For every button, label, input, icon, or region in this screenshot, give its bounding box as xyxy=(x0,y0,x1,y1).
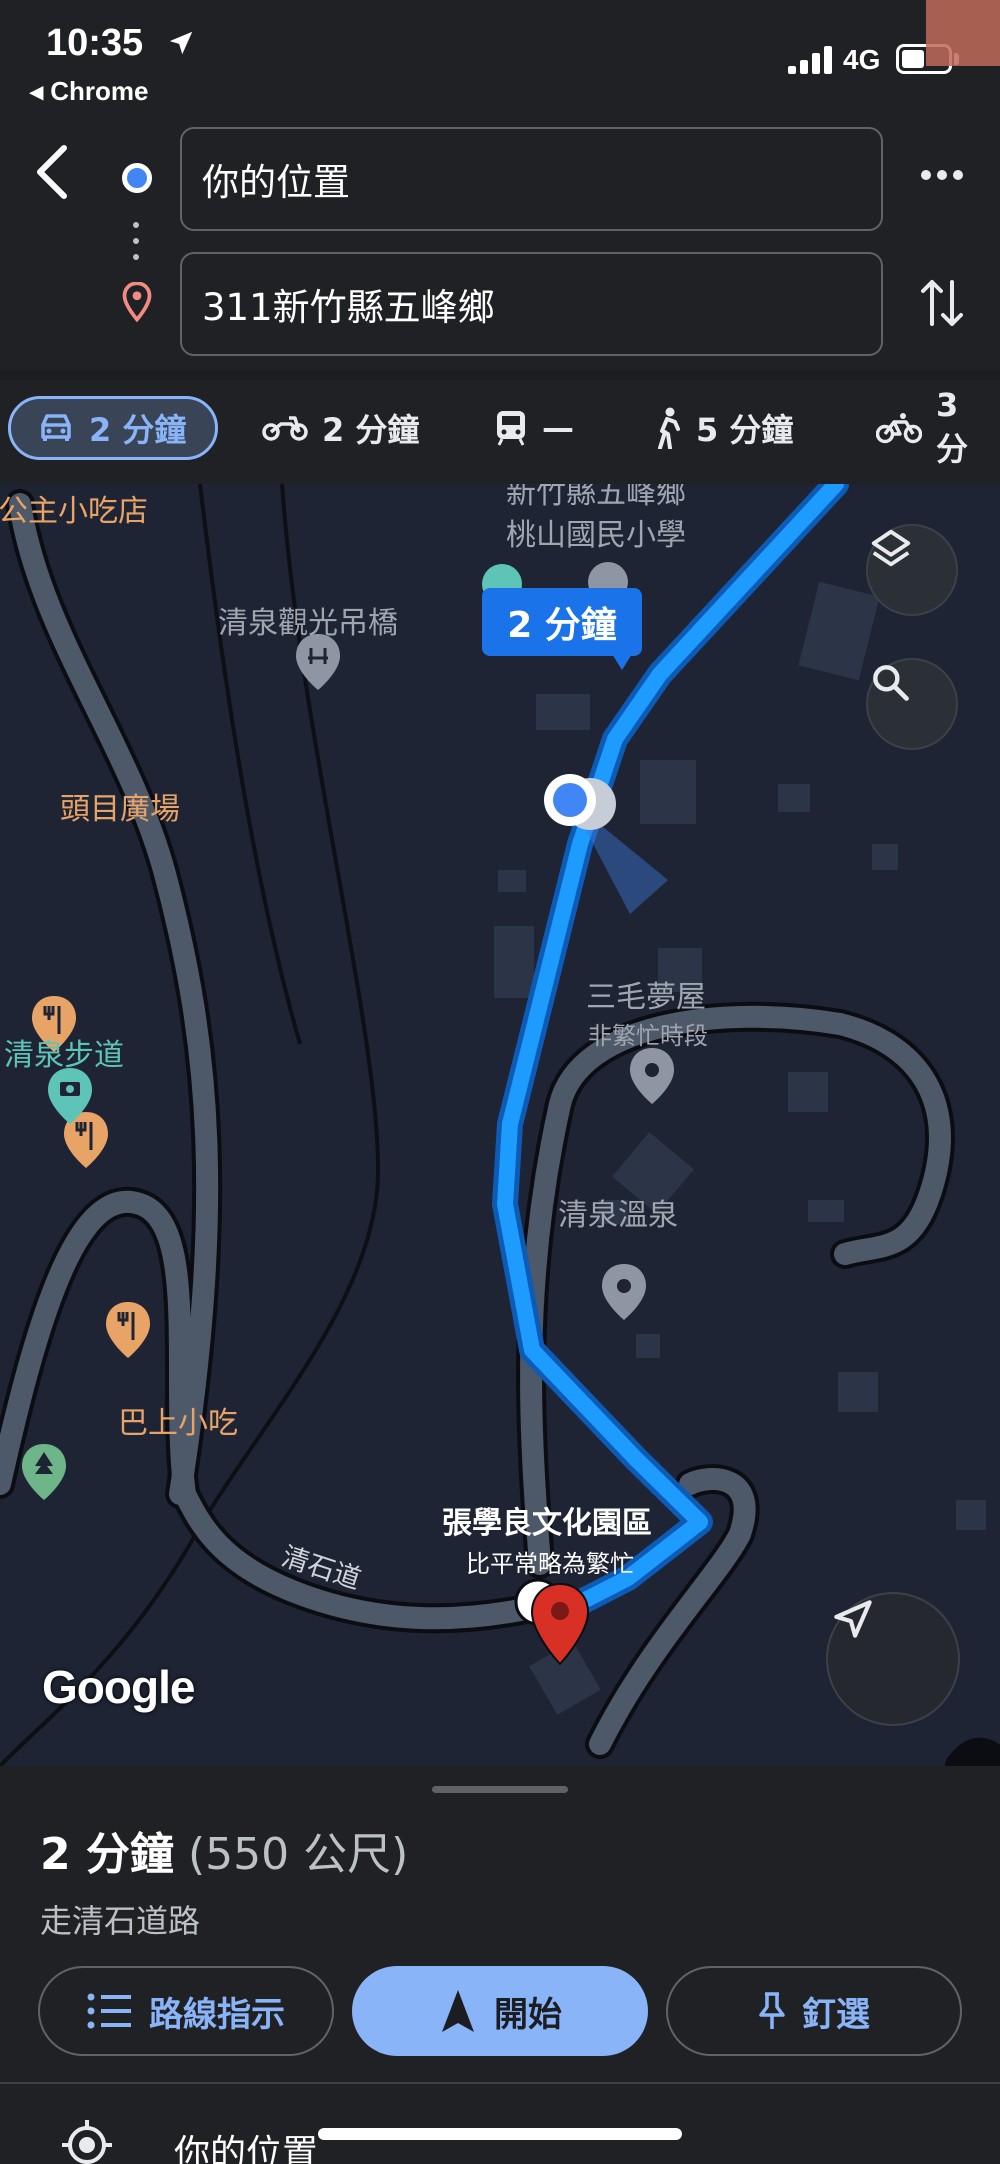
signal-strength-icon xyxy=(788,46,832,74)
recenter-button[interactable] xyxy=(826,1592,960,1726)
poi-label-trail[interactable]: 清泉步道 xyxy=(4,1030,124,1074)
steps-list-first-row[interactable]: 你的位置 xyxy=(0,2084,1000,2164)
steps-button[interactable]: 路線指示 xyxy=(38,1966,334,2056)
tab-drive-label: 2 分鐘 xyxy=(89,411,187,449)
search-icon xyxy=(873,665,909,701)
tab-motorcycle[interactable]: 2 分鐘 xyxy=(262,396,419,460)
tab-bike[interactable]: 3 分 xyxy=(876,386,1000,468)
watermark-stamp xyxy=(926,0,1000,66)
train-icon xyxy=(494,409,528,447)
sheet-drag-handle[interactable] xyxy=(432,1786,568,1793)
tab-transit[interactable]: — xyxy=(494,396,574,460)
pushpin-icon xyxy=(758,1991,786,2031)
search-along-route-button[interactable] xyxy=(866,658,958,750)
steps-button-label: 路線指示 xyxy=(149,1994,285,2035)
origin-field[interactable]: 你的位置 xyxy=(180,127,883,231)
google-logo: Google xyxy=(42,1661,195,1713)
route-duration: 2 分鐘 xyxy=(40,1829,174,1880)
home-indicator[interactable] xyxy=(318,2128,682,2140)
route-eta-callout[interactable]: 2 分鐘 xyxy=(482,588,642,670)
poi-label-sanmao[interactable]: 三毛夢屋 xyxy=(586,972,706,1016)
route-distance: (550 公尺) xyxy=(187,1829,409,1880)
clock: 10:35 xyxy=(46,22,144,64)
destination-pin-icon xyxy=(122,282,152,322)
map-view[interactable]: 清石道 公主小吃店 新竹縣五峰鄉 桃山國民小學 清泉觀光吊橋 頭目廣場 三毛夢屋… xyxy=(0,484,1000,1766)
back-to-app-link[interactable]: ◂ Chrome xyxy=(30,76,149,107)
route-summary-sheet: 2 分鐘 (550 公尺) 走清石道路 路線指示 開始 釘選 你的位置 xyxy=(0,1766,1000,2164)
pin-button[interactable]: 釘選 xyxy=(666,1966,962,2056)
poi-label-plaza[interactable]: 頭目廣場 xyxy=(60,784,180,828)
back-arrow-icon[interactable] xyxy=(28,142,80,202)
route-summary: 2 分鐘 (550 公尺) xyxy=(40,1818,408,1882)
swap-icon[interactable] xyxy=(920,276,964,330)
origin-dot-icon xyxy=(122,163,152,193)
start-button[interactable]: 開始 xyxy=(352,1966,648,2056)
bridge-pin-icon xyxy=(296,634,340,690)
poi-label-school[interactable]: 桃山國民小學 xyxy=(506,510,686,554)
navigation-arrow-icon xyxy=(834,1600,872,1638)
start-button-label: 開始 xyxy=(494,1994,562,2035)
route-via: 走清石道路 xyxy=(40,1902,201,1940)
walk-icon xyxy=(654,407,682,449)
poi-label-zhang[interactable]: 張學良文化園區 xyxy=(442,1498,652,1542)
motorcycle-icon xyxy=(262,414,308,442)
pin-button-label: 釘選 xyxy=(802,1994,870,2035)
sanmao-pin-icon xyxy=(630,1048,674,1104)
destination-marker-icon xyxy=(530,1582,590,1666)
more-options-icon[interactable] xyxy=(918,160,966,190)
navigation-start-icon xyxy=(438,1988,478,2034)
network-type: 4G xyxy=(843,44,881,75)
poi-label-bridge[interactable]: 清泉觀光吊橋 xyxy=(218,598,398,642)
current-location-dot xyxy=(553,783,587,817)
layers-icon xyxy=(871,529,911,567)
poi-label-bashang[interactable]: 巴上小吃 xyxy=(118,1398,238,1442)
tab-walk[interactable]: 5 分鐘 xyxy=(654,396,793,460)
layers-button[interactable] xyxy=(866,524,958,616)
bicycle-icon xyxy=(876,412,922,444)
poi-label-school-top[interactable]: 新竹縣五峰鄉 xyxy=(506,484,686,512)
tab-transit-label: — xyxy=(542,409,574,447)
list-icon xyxy=(87,1993,133,2029)
park-pin-icon xyxy=(22,1444,66,1500)
tab-bike-label: 3 分 xyxy=(936,386,969,468)
origin-target-icon xyxy=(62,2120,112,2164)
poi-label-zhang-status: 比平常略為繁忙 xyxy=(466,1550,634,1578)
poi-label-hotspring[interactable]: 清泉溫泉 xyxy=(558,1190,678,1234)
connector-dots-icon xyxy=(132,222,140,264)
status-bar: 10:35 ◂ Chrome 4G xyxy=(0,0,1000,120)
travel-mode-tabs: 2 分鐘 2 分鐘 — 5 分鐘 3 分 xyxy=(0,380,1000,484)
poi-label-restaurant-top[interactable]: 公主小吃店 xyxy=(0,486,148,530)
steps-list-first-label: 你的位置 xyxy=(174,2133,319,2164)
tab-walk-label: 5 分鐘 xyxy=(696,411,794,449)
tab-motorcycle-label: 2 分鐘 xyxy=(322,411,420,449)
poi-label-sanmao-status: 非繁忙時段 xyxy=(588,1022,708,1050)
location-arrow-icon xyxy=(169,31,193,55)
hotspring-pin-icon xyxy=(602,1264,646,1320)
destination-field[interactable]: 311新竹縣五峰鄉 xyxy=(180,252,883,356)
tab-drive[interactable]: 2 分鐘 xyxy=(8,396,218,460)
car-icon xyxy=(37,413,75,443)
